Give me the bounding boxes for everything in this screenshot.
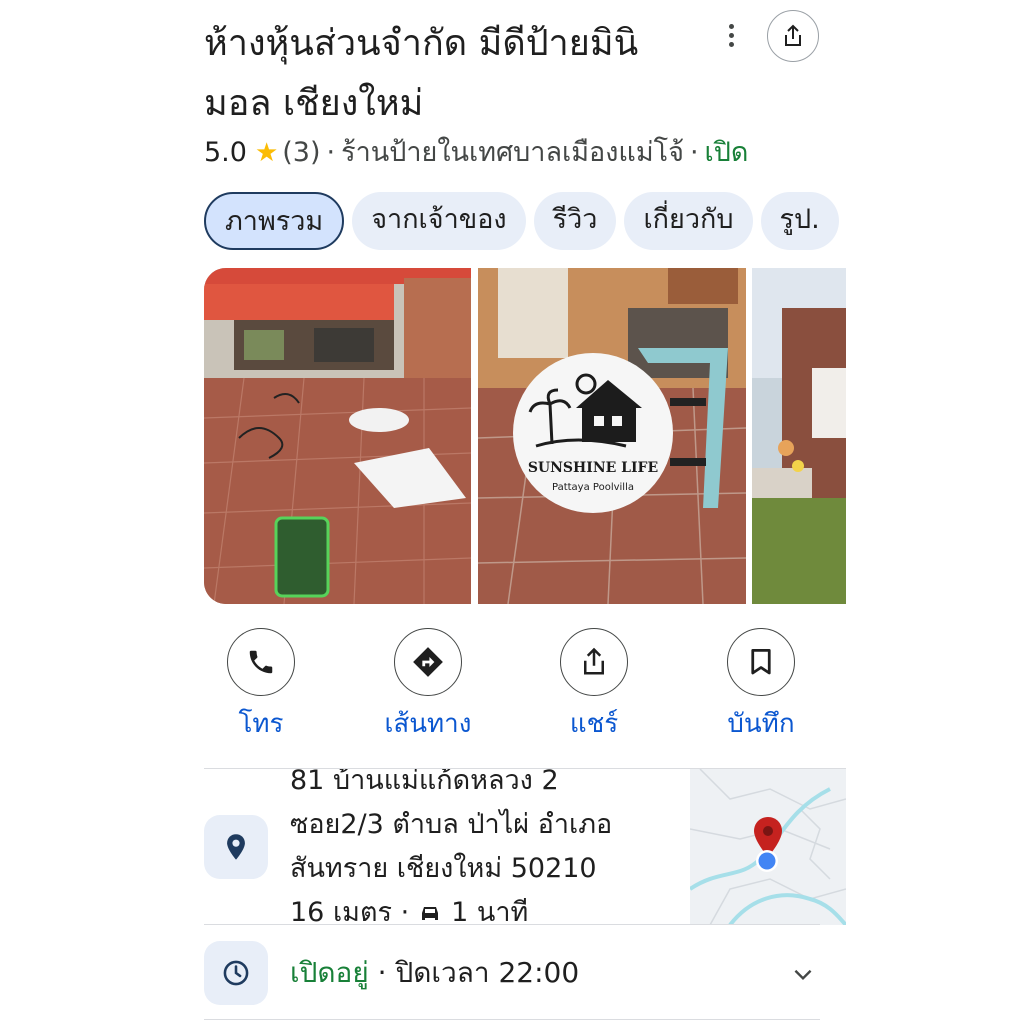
- place-summary: 5.0 ★ (3) · ร้านป้ายในเทศบาลเมืองแม่โจ้ …: [204, 133, 748, 173]
- distance-text: 16 เมตร ·: [290, 897, 410, 925]
- chevron-down-icon[interactable]: [790, 961, 816, 987]
- closing-time: ปิดเวลา 22:00: [395, 956, 580, 989]
- hours-row[interactable]: เปิดอยู่ · ปิดเวลา 22:00: [204, 924, 820, 1020]
- photo-sunshine-sign[interactable]: SUNSHINE LIFE Pattaya Poolvilla: [478, 268, 746, 604]
- photo-storefront[interactable]: [752, 268, 846, 604]
- share-icon: [785, 24, 801, 46]
- separator: ·: [368, 956, 396, 989]
- save-circle[interactable]: [727, 628, 795, 696]
- photo-shop-floor[interactable]: [204, 268, 471, 604]
- save-label: บันทึก: [727, 709, 795, 739]
- tab-about[interactable]: เกี่ยวกับ: [624, 192, 753, 250]
- rating-value: 5.0: [204, 137, 247, 168]
- share-circle[interactable]: [560, 628, 628, 696]
- review-count[interactable]: (3): [282, 133, 320, 173]
- sign-subtitle: Pattaya Poolvilla: [552, 482, 634, 493]
- directions-circle[interactable]: [394, 628, 462, 696]
- address-text: 81 บ้านแม่แก้ดหลวง 2 ซอย2/3 ตำบล ป่าไผ่ …: [290, 769, 680, 925]
- save-button[interactable]: บันทึก: [701, 628, 821, 742]
- more-options-icon[interactable]: [718, 18, 744, 52]
- address-row[interactable]: 81 บ้านแม่แก้ดหลวง 2 ซอย2/3 ตำบล ป่าไผ่ …: [204, 768, 846, 925]
- action-bar: โทร เส้นทาง แชร์ บันทึก: [204, 628, 846, 748]
- address-line: ซอย2/3 ตำบล ป่าไผ่ อำเภอ: [290, 809, 613, 840]
- address-line: 81 บ้านแม่แก้ดหลวง 2: [290, 769, 559, 796]
- star-icon: ★: [254, 138, 279, 168]
- place-title: ห้างหุ้นส่วนจำกัด มีดีป้ายมินิมอล เชียงใ…: [204, 23, 639, 124]
- tab-reviews[interactable]: รีวิว: [533, 192, 617, 250]
- open-status: เปิด: [704, 137, 749, 168]
- hours-open-status: เปิดอยู่: [290, 956, 369, 989]
- share-button[interactable]: [767, 10, 819, 62]
- directions-label: เส้นทาง: [384, 709, 472, 739]
- tab-overview[interactable]: ภาพรวม: [204, 192, 345, 250]
- separator: ·: [326, 137, 336, 168]
- call-label: โทร: [238, 709, 284, 739]
- location-pin-icon: [204, 815, 268, 879]
- address-line: สันทราย เชียงใหม่ 50210: [290, 853, 597, 884]
- drive-time-text: 1 นาที: [451, 897, 529, 925]
- tab-bar: ภาพรวม จากเจ้าของ รีวิว เกี่ยวกับ รูป.: [204, 192, 846, 252]
- car-icon: [422, 907, 439, 920]
- directions-icon: [413, 647, 443, 677]
- directions-button[interactable]: เส้นทาง: [368, 628, 488, 742]
- share-action-button[interactable]: แชร์: [534, 628, 654, 742]
- sign-title: SUNSHINE LIFE: [528, 460, 658, 476]
- clock-icon: [204, 941, 268, 1005]
- place-category[interactable]: ร้านป้ายในเทศบาลเมืองแม่โจ้: [341, 133, 684, 173]
- separator: ·: [689, 137, 699, 168]
- bookmark-icon: [751, 648, 771, 675]
- call-button[interactable]: โทร: [201, 628, 321, 742]
- tab-from-owner[interactable]: จากเจ้าของ: [352, 192, 526, 250]
- share-label: แชร์: [569, 709, 619, 739]
- call-circle[interactable]: [227, 628, 295, 696]
- hours-text: เปิดอยู่ · ปิดเวลา 22:00: [290, 953, 579, 993]
- mini-map[interactable]: [690, 769, 846, 925]
- share-icon: [584, 647, 604, 675]
- photo-carousel[interactable]: SUNSHINE LIFE Pattaya Poolvilla: [204, 268, 846, 604]
- tab-photos[interactable]: รูป.: [760, 192, 839, 250]
- phone-icon: [249, 650, 273, 674]
